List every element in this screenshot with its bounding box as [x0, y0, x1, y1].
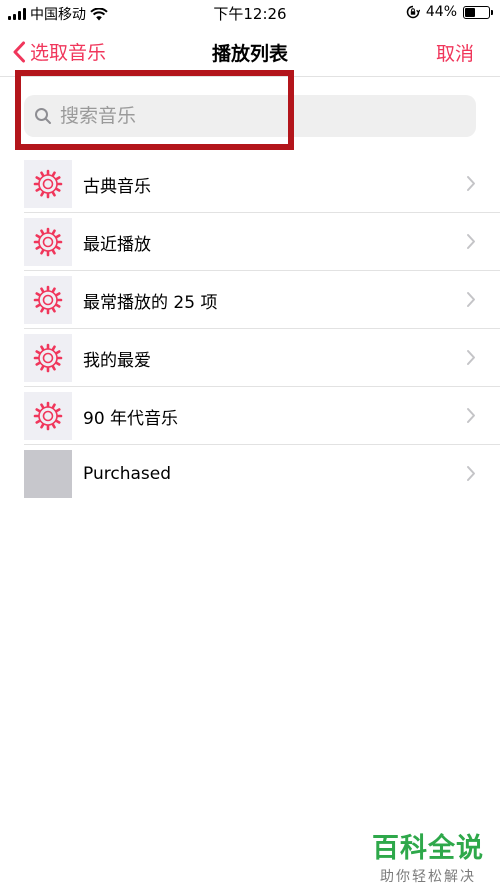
- chevron-right-icon: [467, 466, 475, 481]
- playlist-label: 最近播放: [83, 234, 151, 255]
- gear-icon: [33, 169, 63, 199]
- playlist-label: 最常播放的 25 项: [83, 292, 218, 313]
- chevron-right-icon: [467, 292, 475, 307]
- playlist-label: Purchased: [83, 464, 171, 484]
- nav-bar: 选取音乐 播放列表 取消: [0, 26, 500, 76]
- chevron-right-icon: [467, 350, 475, 365]
- battery-percent: 44%: [425, 4, 457, 20]
- chevron-right-icon: [467, 176, 475, 191]
- gear-icon: [33, 227, 63, 257]
- gear-icon: [33, 401, 63, 431]
- chevron-right-icon: [467, 234, 475, 249]
- playlist-artwork: [24, 218, 72, 266]
- playlist-row[interactable]: 最近播放: [24, 213, 500, 271]
- cancel-button[interactable]: 取消: [436, 39, 474, 66]
- gear-icon: [33, 285, 63, 315]
- playlist-artwork: [24, 450, 72, 498]
- playlist-artwork: [24, 276, 72, 324]
- chevron-right-icon: [467, 408, 475, 423]
- gear-icon: [33, 343, 63, 373]
- status-right: 44%: [406, 4, 493, 20]
- playlist-artwork: [24, 392, 72, 440]
- playlist-row[interactable]: 最常播放的 25 项: [24, 271, 500, 329]
- playlist-artwork: [24, 334, 72, 382]
- screen: 中国移动 下午12:26 44% 选取音乐 播放列表 取消 搜索音乐 古典音乐 …: [0, 0, 500, 889]
- playlist-artwork: [24, 160, 72, 208]
- watermark-subtitle: 助你轻松解决: [380, 869, 476, 885]
- battery-icon: [463, 5, 493, 19]
- playlist-row[interactable]: 90 年代音乐: [24, 387, 500, 445]
- highlight-annotation-box: [15, 70, 294, 150]
- playlist-list: 古典音乐 最近播放 最常播放的 25 项 我的最爱 90 年代音乐 Purcha…: [24, 155, 500, 503]
- playlist-row[interactable]: Purchased: [24, 445, 500, 503]
- playlist-label: 我的最爱: [83, 350, 151, 371]
- playlist-label: 古典音乐: [83, 176, 151, 197]
- watermark: 百科全说 助你轻松解决: [372, 826, 484, 886]
- page-title: 播放列表: [211, 43, 288, 65]
- playlist-row[interactable]: 古典音乐: [24, 155, 500, 213]
- watermark-title: 百科全说: [372, 833, 484, 864]
- status-bar: 中国移动 下午12:26 44%: [0, 0, 500, 26]
- playlist-row[interactable]: 我的最爱: [24, 329, 500, 387]
- battery-fill: [465, 7, 476, 17]
- playlist-label: 90 年代音乐: [83, 408, 179, 429]
- orientation-lock-icon: [406, 5, 420, 19]
